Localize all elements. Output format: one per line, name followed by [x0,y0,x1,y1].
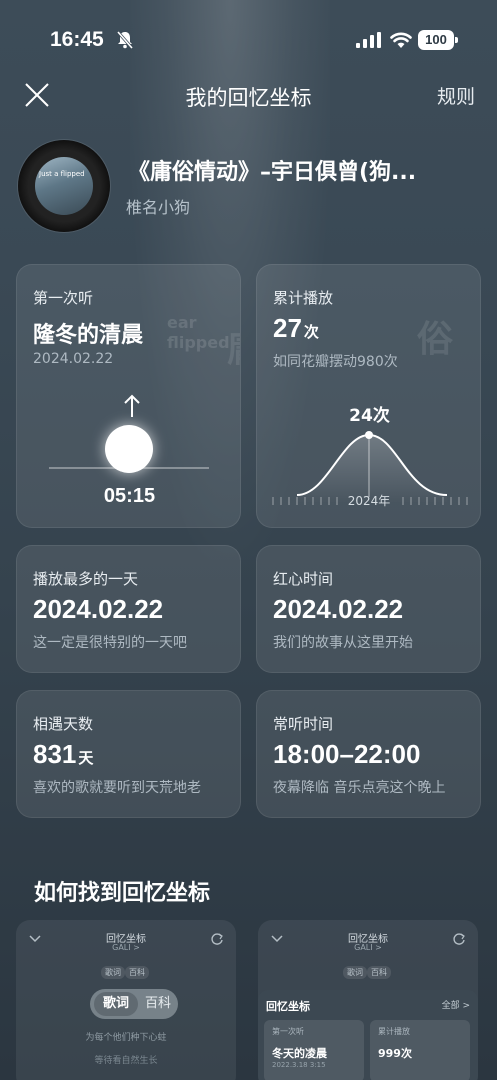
year-label: 2024年 [348,494,391,508]
guide-subheader: GALI > [112,943,140,952]
first-listen-date: 2024.02.22 [33,351,114,367]
page-title: 我的回忆坐标 [185,86,312,110]
bell-slash-icon [116,31,134,49]
days-met-value: 831 天 [33,739,94,769]
guide-subheader: GALI > [354,943,382,952]
arrow-up-icon [124,394,140,417]
popup-total-plays: 累计播放 999次 [370,1020,470,1080]
first-listen-value: 隆冬的清晨 [33,323,144,348]
total-plays-value: 27 次 [273,313,319,343]
guide-tabs-zoomed: 歌词 百科 [90,989,178,1019]
heart-time-value: 2024.02.22 [273,594,404,624]
refresh-icon [453,933,465,945]
most-played-day-label: 播放最多的一天 [33,570,139,588]
most-played-day-card: 播放最多的一天 2024.02.22 这一定是很特别的一天吧 [16,545,241,673]
refresh-icon [211,933,223,945]
heart-time-card: 红心时间 2024.02.22 我们的故事从这里开始 [256,545,481,673]
popup-all-link: 全部 > [441,1001,470,1011]
song-title: 《庸俗情动》–宇日俱曾(狗... [128,160,417,185]
guide-popup: 回忆坐标 全部 > 第一次听 冬天的凌晨 2022.3.18 3:15 累计播放… [258,990,478,1080]
most-played-day-value: 2024.02.22 [33,594,164,624]
peak-plays-label: 24次 [349,406,390,426]
popup-first-listen: 第一次听 冬天的凌晨 2022.3.18 3:15 [264,1020,364,1080]
status-time: 16:45 [50,28,104,51]
watermark-char: 庸 [227,320,240,372]
days-met-sub: 喜欢的歌就要听到天荒地老 [33,780,201,796]
days-met-label: 相遇天数 [33,715,94,733]
signal-icon [356,32,381,48]
total-plays-sub: 如同花瓣摆动980次 [273,354,398,370]
guide-screenshot-left: 回忆坐标 GALI > 歌词 百科 歌词 百科 为每个他们种下心蛀 等待看自然生长 [16,920,236,1080]
days-met-card: 相遇天数 831 天 喜欢的歌就要听到天荒地老 [16,690,241,818]
usual-time-label: 常听时间 [273,715,334,733]
most-played-day-sub: 这一定是很特别的一天吧 [33,635,187,651]
guide-tabs-small: 歌词 百科 [101,966,149,979]
guide-screenshot-right: 回忆坐标 GALI > 歌词 百科 回忆坐标 全部 > 第一次听 冬天的凌晨 20… [258,920,478,1080]
first-listen-label: 第一次听 [33,289,94,307]
wifi-icon [390,32,412,48]
rules-button[interactable]: 规则 [437,82,475,109]
watermark-char: 俗 [417,319,454,360]
usual-time-card: 常听时间 18:00–22:00 夜幕降临 音乐点亮这个晚上 [256,690,481,818]
guide-section-title: 如何找到回忆坐标 [34,881,211,906]
popup-title: 回忆坐标 [266,1000,310,1013]
sunrise-sun [105,425,153,473]
first-listen-card: ear flipped 庸 第一次听 隆冬的清晨 2024.02.22 05:1… [16,264,241,528]
horizon-line [49,467,209,469]
nav-bar: 我的回忆坐标 规则 [0,78,497,114]
total-plays-label: 累计播放 [273,289,334,307]
album-cover-text: Just a flipped [39,170,85,178]
usual-time-value: 18:00–22:00 [273,739,421,769]
album-vinyl: Just a flipped [18,140,110,232]
heart-time-sub: 我们的故事从这里开始 [273,635,413,651]
watermark-text: ear flipped [167,313,230,352]
heart-time-label: 红心时间 [273,570,334,588]
guide-lyric-line: 为每个他们种下心蛀 [85,1033,167,1043]
battery-indicator: 100 [418,30,458,50]
guide-tabs-small: 歌词 百科 [343,966,391,979]
status-bar: 16:45 100 [0,0,497,80]
usual-time-sub: 夜幕降临 音乐点亮这个晚上 [273,780,446,796]
album-cover [35,157,93,215]
first-listen-time: 05:15 [103,485,156,507]
song-header[interactable]: Just a flipped 《庸俗情动》–宇日俱曾(狗... 椎名小狗 [18,140,488,232]
total-plays-card: 俗 累计播放 27 次 如同花瓣摆动980次 2024年 24次 [256,264,481,528]
guide-lyric-line: 等待看自然生长 [94,1056,158,1066]
song-artist: 椎名小狗 [126,198,191,217]
